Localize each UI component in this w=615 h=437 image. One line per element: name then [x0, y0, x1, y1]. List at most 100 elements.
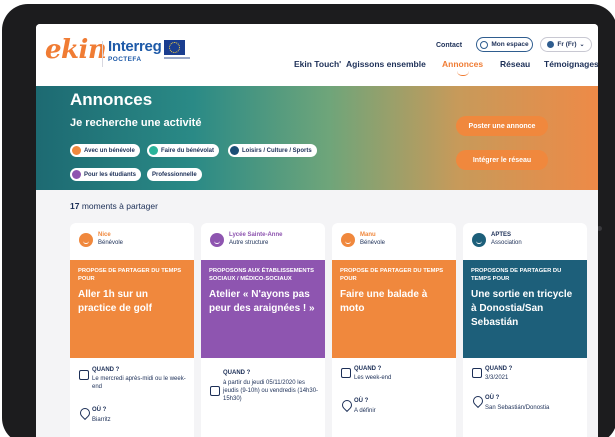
card-body: PROPOSE DE PARTAGER DU TEMPS POUR Aller … [70, 260, 194, 358]
card-header: Manu Bénévole [332, 223, 456, 260]
card-kicker: PROPOSE DE PARTAGER DU TEMPS POUR [78, 268, 182, 282]
avatar-icon [210, 233, 224, 247]
site-header: ekin Interreg POCTEFA Contact Mon espace… [36, 24, 598, 86]
when-label: QUAND ? [223, 370, 251, 376]
card-kicker: PROPOSE DE PARTAGER DU TEMPS POUR [340, 268, 444, 282]
card-header: Nice Bénévole [70, 223, 194, 260]
filter-avec-benevole[interactable]: Avec un bénévole [70, 144, 140, 157]
avatar-icon [341, 233, 355, 247]
card-author-role: Bénévole [360, 240, 386, 246]
mon-espace-button[interactable]: Mon espace [476, 37, 533, 52]
card-author: APTES [491, 232, 512, 238]
filter-faire-benevolat[interactable]: Faire du bénévolat [147, 144, 220, 157]
card-author-role: Autre structure [229, 240, 269, 246]
purple-dot-icon [72, 170, 81, 179]
eu-flag-icon [164, 40, 185, 55]
language-selector[interactable]: Fr (Fr) ⌄ [540, 37, 592, 52]
location-pin-icon [470, 393, 486, 409]
user-icon [480, 40, 489, 49]
chevron-down-icon: ⌄ [579, 42, 585, 48]
when-label: QUAND ? [92, 367, 120, 373]
card-body: PROPOSE DE PARTAGER DU TEMPS POUR Faire … [332, 260, 456, 358]
results-count: 17 moments à partager [70, 201, 158, 211]
search-subtitle: Je recherche une activité [70, 117, 202, 129]
contact-link[interactable]: Contact [436, 42, 462, 49]
card-details: QUAND ? 3/3/2021 OÙ ? San Sebastián/Dono… [463, 358, 587, 437]
orange-dot-icon [72, 146, 81, 155]
calendar-icon [210, 386, 220, 396]
card-details: QUAND ? Les week-end OÙ ? A définir [332, 358, 456, 437]
where-value: Biarritz [92, 417, 111, 423]
announcement-card[interactable]: Nice Bénévole PROPOSE DE PARTAGER DU TEM… [70, 223, 194, 437]
avatar-icon [79, 233, 93, 247]
card-title[interactable]: Une sortie en tricycle à Donostia/San Se… [471, 288, 579, 330]
where-label: OÙ ? [92, 407, 107, 413]
nav-annonces[interactable]: Annonces [442, 59, 484, 76]
when-value: Les week-end [354, 375, 392, 381]
where-label: OÙ ? [485, 395, 500, 401]
location-pin-icon [339, 397, 355, 413]
when-value: Le mercredi après-midi ou le week-end [92, 376, 186, 391]
card-title[interactable]: Faire une balade à moto [340, 288, 448, 316]
browser-screen: ekin Interreg POCTEFA Contact Mon espace… [36, 24, 598, 437]
join-network-button[interactable]: Intégrer le réseau [456, 150, 548, 170]
results-number: 17 [70, 201, 80, 211]
announcement-card[interactable]: Manu Bénévole PROPOSE DE PARTAGER DU TEM… [332, 223, 456, 437]
nav-annonces-label: Annonces [442, 59, 484, 69]
filter-label: Loisirs / Culture / Sports [242, 147, 312, 154]
card-header: APTES Association [463, 223, 587, 260]
nav-reseau[interactable]: Réseau [500, 59, 530, 69]
nav-ekin-touch[interactable]: Ekin Touch' [294, 59, 341, 69]
calendar-icon [341, 368, 351, 378]
filter-label: Faire du bénévolat [161, 147, 215, 154]
card-title[interactable]: Aller 1h sur un practice de golf [78, 288, 186, 316]
card-details: QUAND ? Le mercredi après-midi ou le wee… [70, 358, 194, 437]
location-pin-icon [77, 405, 93, 421]
when-value: à partir du jeudi 05/11/2020 les jeudis … [223, 380, 319, 403]
green-dot-icon [149, 146, 158, 155]
nav-temoignages[interactable]: Témoignages [544, 59, 598, 69]
results-text: moments à partager [81, 201, 158, 211]
where-value: San Sebastián/Donostia [485, 405, 550, 411]
active-nav-indicator [456, 71, 469, 76]
page-title: Annonces [70, 90, 153, 109]
card-author: Lycée Sainte-Anne [229, 232, 283, 238]
filter-label: Pour les étudiants [84, 171, 137, 178]
card-author: Nice [98, 232, 111, 238]
filter-label: Avec un bénévole [84, 147, 135, 154]
announcement-card[interactable]: Lycée Sainte-Anne Autre structure PROPOS… [201, 223, 325, 437]
annonces-hero: Annonces Je recherche une activité Avec … [36, 86, 598, 190]
card-author: Manu [360, 232, 376, 238]
filter-label: Professionnelle [152, 171, 197, 178]
where-label: OÙ ? [354, 398, 369, 404]
card-body: PROPOSONS AUX ÉTABLISSEMENTS SOCIAUX / M… [201, 260, 325, 358]
tablet-frame: ekin Interreg POCTEFA Contact Mon espace… [2, 4, 615, 437]
when-label: QUAND ? [354, 366, 382, 372]
announcement-card[interactable]: APTES Association PROPOSONS DE PARTAGER … [463, 223, 587, 437]
card-details: QUAND ? à partir du jeudi 05/11/2020 les… [201, 358, 325, 437]
card-header: Lycée Sainte-Anne Autre structure [201, 223, 325, 260]
calendar-icon [79, 370, 89, 380]
mon-espace-label: Mon espace [491, 41, 529, 48]
filter-etudiants[interactable]: Pour les étudiants [70, 168, 142, 181]
filter-loisirs[interactable]: Loisirs / Culture / Sports [228, 144, 317, 157]
card-title[interactable]: Atelier « N'ayons pas peur des araignées… [209, 288, 317, 316]
interreg-wordmark: Interreg [108, 38, 162, 55]
card-author-role: Bénévole [98, 240, 124, 246]
blue-dot-icon [230, 146, 239, 155]
main-nav: Ekin Touch' Agissons ensemble Annonces R… [36, 59, 598, 77]
card-kicker: PROPOSONS AUX ÉTABLISSEMENTS SOCIAUX / M… [209, 268, 315, 282]
calendar-icon [472, 368, 482, 378]
when-value: 3/3/2021 [485, 375, 509, 381]
post-announcement-button[interactable]: Poster une annonce [456, 116, 548, 136]
nav-agissons-ensemble[interactable]: Agissons ensemble [346, 59, 426, 69]
card-kicker: PROPOSONS DE PARTAGER DU TEMPS POUR [471, 268, 562, 282]
where-value: A définir [354, 408, 376, 414]
when-label: QUAND ? [485, 366, 513, 372]
interreg-logo: Interreg [108, 38, 162, 55]
filter-professionnelle[interactable]: Professionnelle [147, 168, 202, 181]
language-label: Fr (Fr) [557, 41, 577, 48]
globe-icon [547, 41, 555, 48]
avatar-icon [472, 233, 486, 247]
card-body: PROPOSONS DE PARTAGER DU TEMPS POUR Une … [463, 260, 587, 358]
